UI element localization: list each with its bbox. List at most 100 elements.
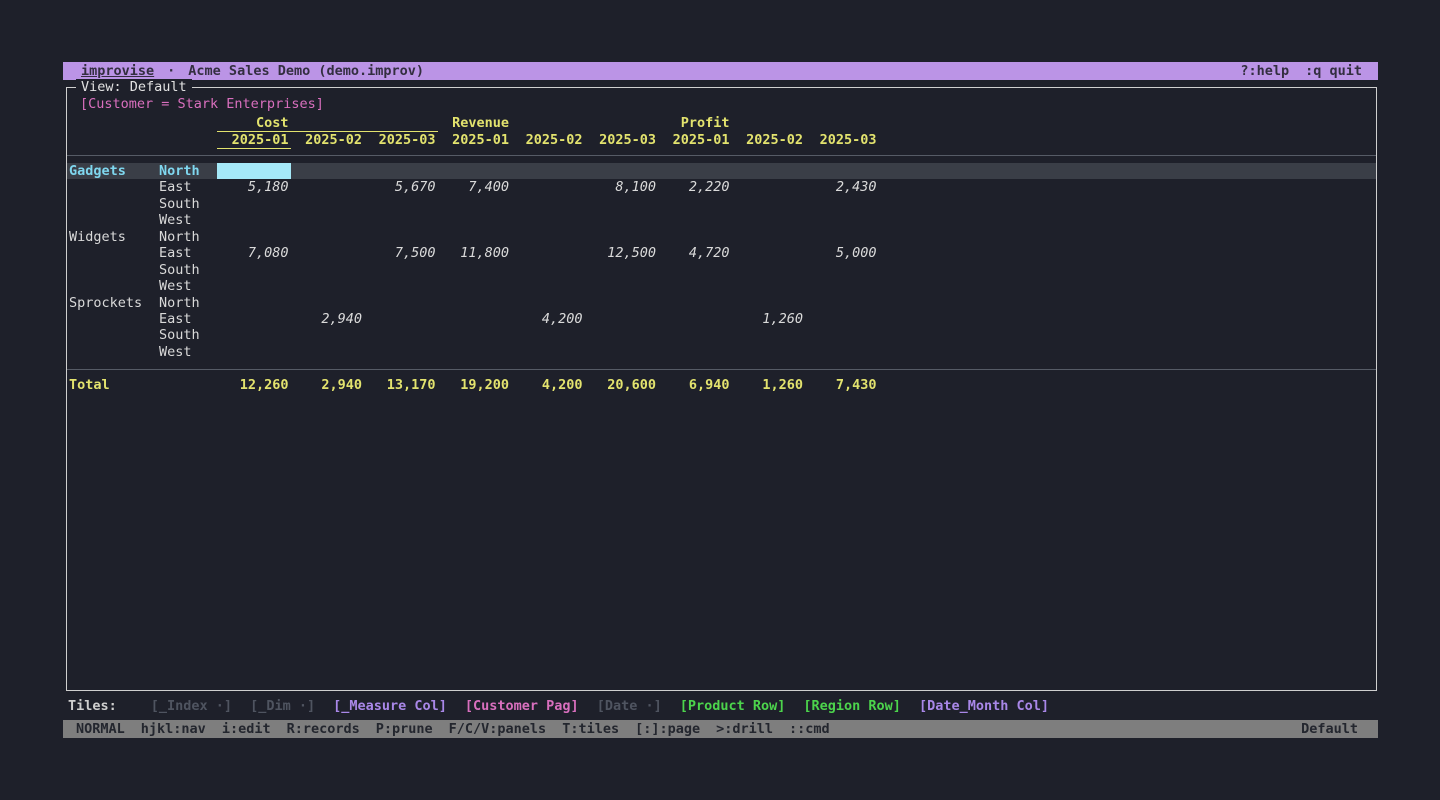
pivot-cell[interactable] (217, 295, 291, 311)
pivot-cell[interactable] (732, 327, 806, 343)
pivot-row-sprockets-west[interactable]: West (67, 344, 1376, 360)
pivot-cell[interactable] (511, 179, 585, 195)
pivot-cell[interactable] (585, 295, 659, 311)
pivot-cell[interactable] (511, 344, 585, 360)
pivot-cell[interactable]: 11,800 (438, 245, 512, 261)
pivot-row-widgets-east[interactable]: East 7,080 7,500 11,800 12,500 4,720 5,0… (67, 245, 1376, 261)
pivot-row-gadgets-south[interactable]: South (67, 196, 1376, 212)
tile-date-month[interactable]: [Date_Month Col] (919, 698, 1049, 715)
pivot-cell[interactable] (291, 179, 365, 195)
pivot-row-widgets-south[interactable]: South (67, 262, 1376, 278)
pivot-cell[interactable]: 5,000 (805, 245, 879, 261)
pivot-row-sprockets-east[interactable]: East 2,940 4,200 1,260 (67, 311, 1376, 327)
pivot-cell[interactable] (511, 327, 585, 343)
pivot-row-widgets-north[interactable]: Widgets North (67, 229, 1376, 245)
tile-measure[interactable]: [_Measure Col] (333, 698, 447, 715)
pivot-cell[interactable] (364, 327, 438, 343)
pivot-cell[interactable] (732, 196, 806, 212)
pivot-cell[interactable]: 2,220 (658, 179, 732, 195)
pivot-cell[interactable] (217, 311, 291, 327)
pivot-cell[interactable] (732, 278, 806, 294)
pivot-cell[interactable] (438, 262, 512, 278)
pivot-row-sprockets-south[interactable]: South (67, 327, 1376, 343)
pivot-cell[interactable] (511, 295, 585, 311)
pivot-cell[interactable] (291, 327, 365, 343)
pivot-cell[interactable] (291, 196, 365, 212)
pivot-cell[interactable] (217, 327, 291, 343)
pivot-cell[interactable] (291, 278, 365, 294)
pivot-cell[interactable]: 4,200 (511, 311, 585, 327)
pivot-cell[interactable] (291, 344, 365, 360)
page-filter-badge[interactable]: [Customer = Stark Enterprises] (80, 96, 1376, 112)
column-header[interactable]: 2025-03 (805, 132, 879, 149)
pivot-cell[interactable] (658, 196, 732, 212)
pivot-cell[interactable] (658, 327, 732, 343)
pivot-cell[interactable] (732, 344, 806, 360)
pivot-cell[interactable] (511, 163, 585, 179)
pivot-cell[interactable] (438, 311, 512, 327)
column-header[interactable]: 2025-01 (438, 132, 512, 149)
pivot-cell[interactable]: 4,720 (658, 245, 732, 261)
pivot-cell[interactable] (291, 262, 365, 278)
pivot-cell[interactable] (805, 229, 879, 245)
pivot-cell[interactable] (585, 327, 659, 343)
pivot-cell[interactable] (364, 344, 438, 360)
column-header[interactable]: 2025-02 (511, 132, 585, 149)
column-header[interactable]: 2025-01 (658, 132, 732, 149)
pivot-cell[interactable] (291, 229, 365, 245)
pivot-cell[interactable]: 12,500 (585, 245, 659, 261)
pivot-cell[interactable] (217, 344, 291, 360)
pivot-cell[interactable] (364, 163, 438, 179)
pivot-cell[interactable] (291, 245, 365, 261)
pivot-cell[interactable] (585, 311, 659, 327)
pivot-cell[interactable]: 7,080 (217, 245, 291, 261)
cursor-cell[interactable] (217, 163, 291, 179)
pivot-cell[interactable] (511, 245, 585, 261)
pivot-row-widgets-west[interactable]: West (67, 278, 1376, 294)
pivot-cell[interactable]: 2,940 (291, 311, 365, 327)
pivot-row-sprockets-north[interactable]: Sprockets North (67, 295, 1376, 311)
pivot-cell[interactable] (364, 262, 438, 278)
pivot-cell[interactable] (585, 196, 659, 212)
measure-header-cost[interactable]: Cost (217, 116, 438, 132)
measure-header-profit[interactable]: Profit (658, 116, 879, 132)
pivot-cell[interactable] (732, 212, 806, 228)
pivot-cell[interactable] (438, 295, 512, 311)
pivot-cell[interactable] (805, 311, 879, 327)
pivot-cell[interactable] (805, 295, 879, 311)
pivot-cell[interactable] (585, 262, 659, 278)
pivot-cell[interactable] (217, 278, 291, 294)
pivot-cell[interactable]: 7,400 (438, 179, 512, 195)
pivot-cell[interactable] (291, 212, 365, 228)
pivot-cell[interactable] (585, 212, 659, 228)
tile-index[interactable]: [_Index ·] (151, 698, 232, 715)
pivot-cell[interactable] (658, 262, 732, 278)
tile-product[interactable]: [Product Row] (680, 698, 786, 715)
pivot-cell[interactable]: 7,500 (364, 245, 438, 261)
pivot-cell[interactable] (658, 311, 732, 327)
pivot-cell[interactable] (511, 278, 585, 294)
column-header[interactable]: 2025-02 (291, 132, 365, 149)
pivot-cell[interactable] (511, 196, 585, 212)
column-header[interactable]: 2025-03 (364, 132, 438, 149)
pivot-cell[interactable] (658, 278, 732, 294)
pivot-cell[interactable] (732, 295, 806, 311)
pivot-cell[interactable] (732, 262, 806, 278)
tile-customer[interactable]: [Customer Pag] (465, 698, 579, 715)
pivot-cell[interactable] (658, 344, 732, 360)
pivot-cell[interactable] (805, 344, 879, 360)
pivot-cell[interactable] (805, 327, 879, 343)
pivot-cell[interactable] (364, 311, 438, 327)
pivot-cell[interactable] (805, 262, 879, 278)
pivot-cell[interactable] (217, 262, 291, 278)
pivot-cell[interactable] (438, 327, 512, 343)
pivot-cell[interactable] (805, 163, 879, 179)
pivot-cell[interactable] (658, 295, 732, 311)
pivot-cell[interactable] (585, 278, 659, 294)
pivot-cell[interactable] (805, 278, 879, 294)
tile-region[interactable]: [Region Row] (803, 698, 901, 715)
pivot-cell[interactable] (438, 212, 512, 228)
pivot-cell[interactable] (438, 278, 512, 294)
pivot-row-gadgets-west[interactable]: West (67, 212, 1376, 228)
pivot-cell[interactable] (217, 229, 291, 245)
